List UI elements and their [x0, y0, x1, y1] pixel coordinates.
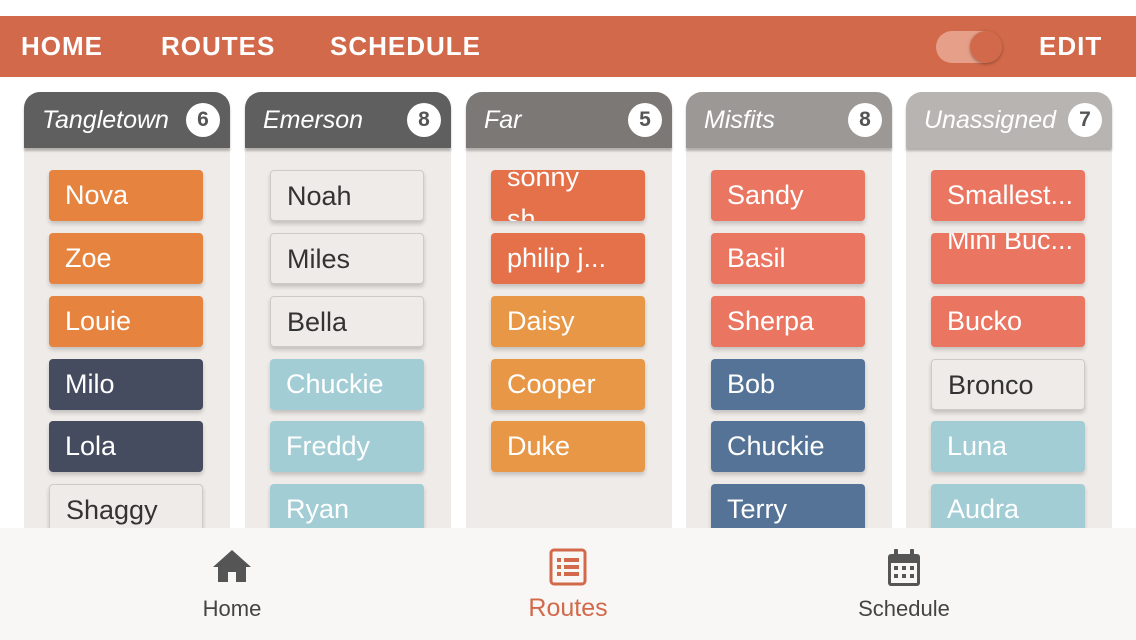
dog-card[interactable]: Daisy: [491, 296, 645, 347]
route-column: Unassigned 7 Smallest... Mini Buc... Bucko Br…: [906, 92, 1112, 528]
dog-card[interactable]: Zoe: [49, 233, 203, 284]
bottom-tab-bar: Home Routes Schedule: [0, 528, 1136, 640]
dog-card-label: Bucko: [947, 306, 1023, 336]
route-count-badge: 6: [186, 103, 220, 137]
dog-card[interactable]: Luna: [931, 421, 1085, 472]
nav-schedule-link[interactable]: SCHEDULE: [330, 16, 481, 77]
dog-card-label: Cooper: [507, 369, 596, 399]
dog-card-label: Terry: [727, 494, 787, 524]
dog-card-label: Sherpa: [727, 306, 815, 336]
list-icon: [549, 548, 587, 591]
route-column: Emerson 8 Noah Miles Bella Chuckie Freddy Ryan: [245, 92, 451, 528]
route-column-header[interactable]: Misfits 8: [686, 92, 892, 148]
route-column-header[interactable]: Emerson 8: [245, 92, 451, 148]
route-name: Misfits: [704, 106, 775, 134]
tab-routes-label: Routes: [528, 594, 608, 622]
home-icon: [211, 548, 253, 589]
dog-card-label: Bella: [287, 307, 348, 337]
routes-board: Tangletown 6 Nova Zoe Louie Milo Lola Shaggy Eme…: [0, 77, 1136, 528]
dog-card[interactable]: Chuckie: [711, 421, 865, 472]
dog-card-label: Smallest...: [947, 180, 1074, 210]
route-column-header[interactable]: Tangletown 6: [24, 92, 230, 148]
route-column: Misfits 8 Sandy Basil Sherpa Bob Chuckie Terry: [686, 92, 892, 528]
dog-card[interactable]: Nova: [49, 170, 203, 221]
tab-home[interactable]: Home: [132, 528, 332, 640]
dog-card[interactable]: Lola: [49, 421, 203, 472]
dog-card-label: Bob: [727, 369, 776, 399]
route-name: Emerson: [263, 106, 364, 134]
dog-card-label: philip j...: [507, 243, 607, 273]
dog-card[interactable]: Bucko: [931, 296, 1085, 347]
nav-routes-link[interactable]: ROUTES: [161, 16, 275, 77]
dog-card[interactable]: Bella: [270, 296, 424, 347]
dog-card[interactable]: Sherpa: [711, 296, 865, 347]
dog-card[interactable]: Chuckie: [270, 359, 424, 410]
edit-button[interactable]: EDIT: [1039, 16, 1102, 77]
route-name: Unassigned: [924, 106, 1057, 134]
dog-card-label: Louie: [65, 306, 132, 336]
dog-card-label: Mini Buc...: [947, 233, 1074, 255]
route-column-header[interactable]: Far 5: [466, 92, 672, 148]
dog-card[interactable]: Miles: [270, 233, 424, 284]
dog-card[interactable]: Milo: [49, 359, 203, 410]
dog-card[interactable]: Smallest...: [931, 170, 1085, 221]
nav-home-link[interactable]: HOME: [21, 16, 103, 77]
tab-home-label: Home: [202, 596, 262, 621]
dog-card[interactable]: Freddy: [270, 421, 424, 472]
dog-card-label: Chuckie: [286, 369, 384, 399]
dog-card[interactable]: Duke: [491, 421, 645, 472]
dog-card-label: Ryan: [286, 494, 350, 524]
dog-card-label: Milo: [65, 369, 115, 399]
dog-card-label: Luna: [947, 431, 1008, 461]
dog-card[interactable]: Terry: [711, 484, 865, 528]
dog-card[interactable]: Cooper: [491, 359, 645, 410]
route-name: Tangletown: [42, 106, 169, 134]
tab-routes[interactable]: Routes: [468, 528, 668, 640]
dog-card[interactable]: Mini Buc...: [931, 233, 1085, 284]
dog-card-label: Audra: [947, 494, 1020, 524]
route-column: Far 5 sonny sh... philip j... Daisy Cooper Duk…: [466, 92, 672, 528]
dog-card-label: Miles: [287, 244, 351, 274]
tab-schedule[interactable]: Schedule: [804, 528, 1004, 640]
dog-card[interactable]: Sandy: [711, 170, 865, 221]
route-count-badge: 5: [628, 103, 662, 137]
dog-card-label: Zoe: [65, 243, 112, 273]
dog-card-label: Nova: [65, 180, 129, 210]
dog-card[interactable]: Ryan: [270, 484, 424, 528]
dog-card[interactable]: Audra: [931, 484, 1085, 528]
route-count-badge: 7: [1068, 103, 1102, 137]
route-column: Tangletown 6 Nova Zoe Louie Milo Lola Shaggy: [24, 92, 230, 528]
dog-card-label: Freddy: [286, 431, 371, 461]
route-name: Far: [484, 106, 522, 134]
dog-card-label: Sandy: [727, 180, 804, 210]
dog-card[interactable]: philip j...: [491, 233, 645, 284]
dog-card-label: Daisy: [507, 306, 575, 336]
dog-card-label: Shaggy: [66, 495, 158, 525]
calendar-icon: [886, 548, 922, 593]
dog-card[interactable]: Shaggy: [49, 484, 203, 528]
tab-schedule-label: Schedule: [858, 596, 950, 621]
route-count-badge: 8: [848, 103, 882, 137]
dog-card[interactable]: Louie: [49, 296, 203, 347]
dog-card-label: Basil: [727, 243, 786, 273]
dog-card[interactable]: Basil: [711, 233, 865, 284]
dog-card-label: Bronco: [948, 370, 1034, 400]
dog-card[interactable]: sonny sh...: [491, 170, 645, 221]
dog-card-label: Noah: [287, 181, 352, 211]
toggle-knob: [970, 31, 1002, 63]
route-count-badge: 8: [407, 103, 441, 137]
edit-mode-toggle[interactable]: [936, 31, 1002, 63]
dog-card-label: Chuckie: [727, 431, 825, 461]
dog-card-label: sonny sh...: [507, 170, 580, 221]
dog-card[interactable]: Bob: [711, 359, 865, 410]
dog-card-label: Duke: [507, 431, 571, 461]
dog-card[interactable]: Bronco: [931, 359, 1085, 410]
top-nav-bar: HOME ROUTES SCHEDULE EDIT: [0, 16, 1136, 77]
dog-card-label: Lola: [65, 431, 117, 461]
route-column-header[interactable]: Unassigned 7: [906, 92, 1112, 148]
dog-card[interactable]: Noah: [270, 170, 424, 221]
